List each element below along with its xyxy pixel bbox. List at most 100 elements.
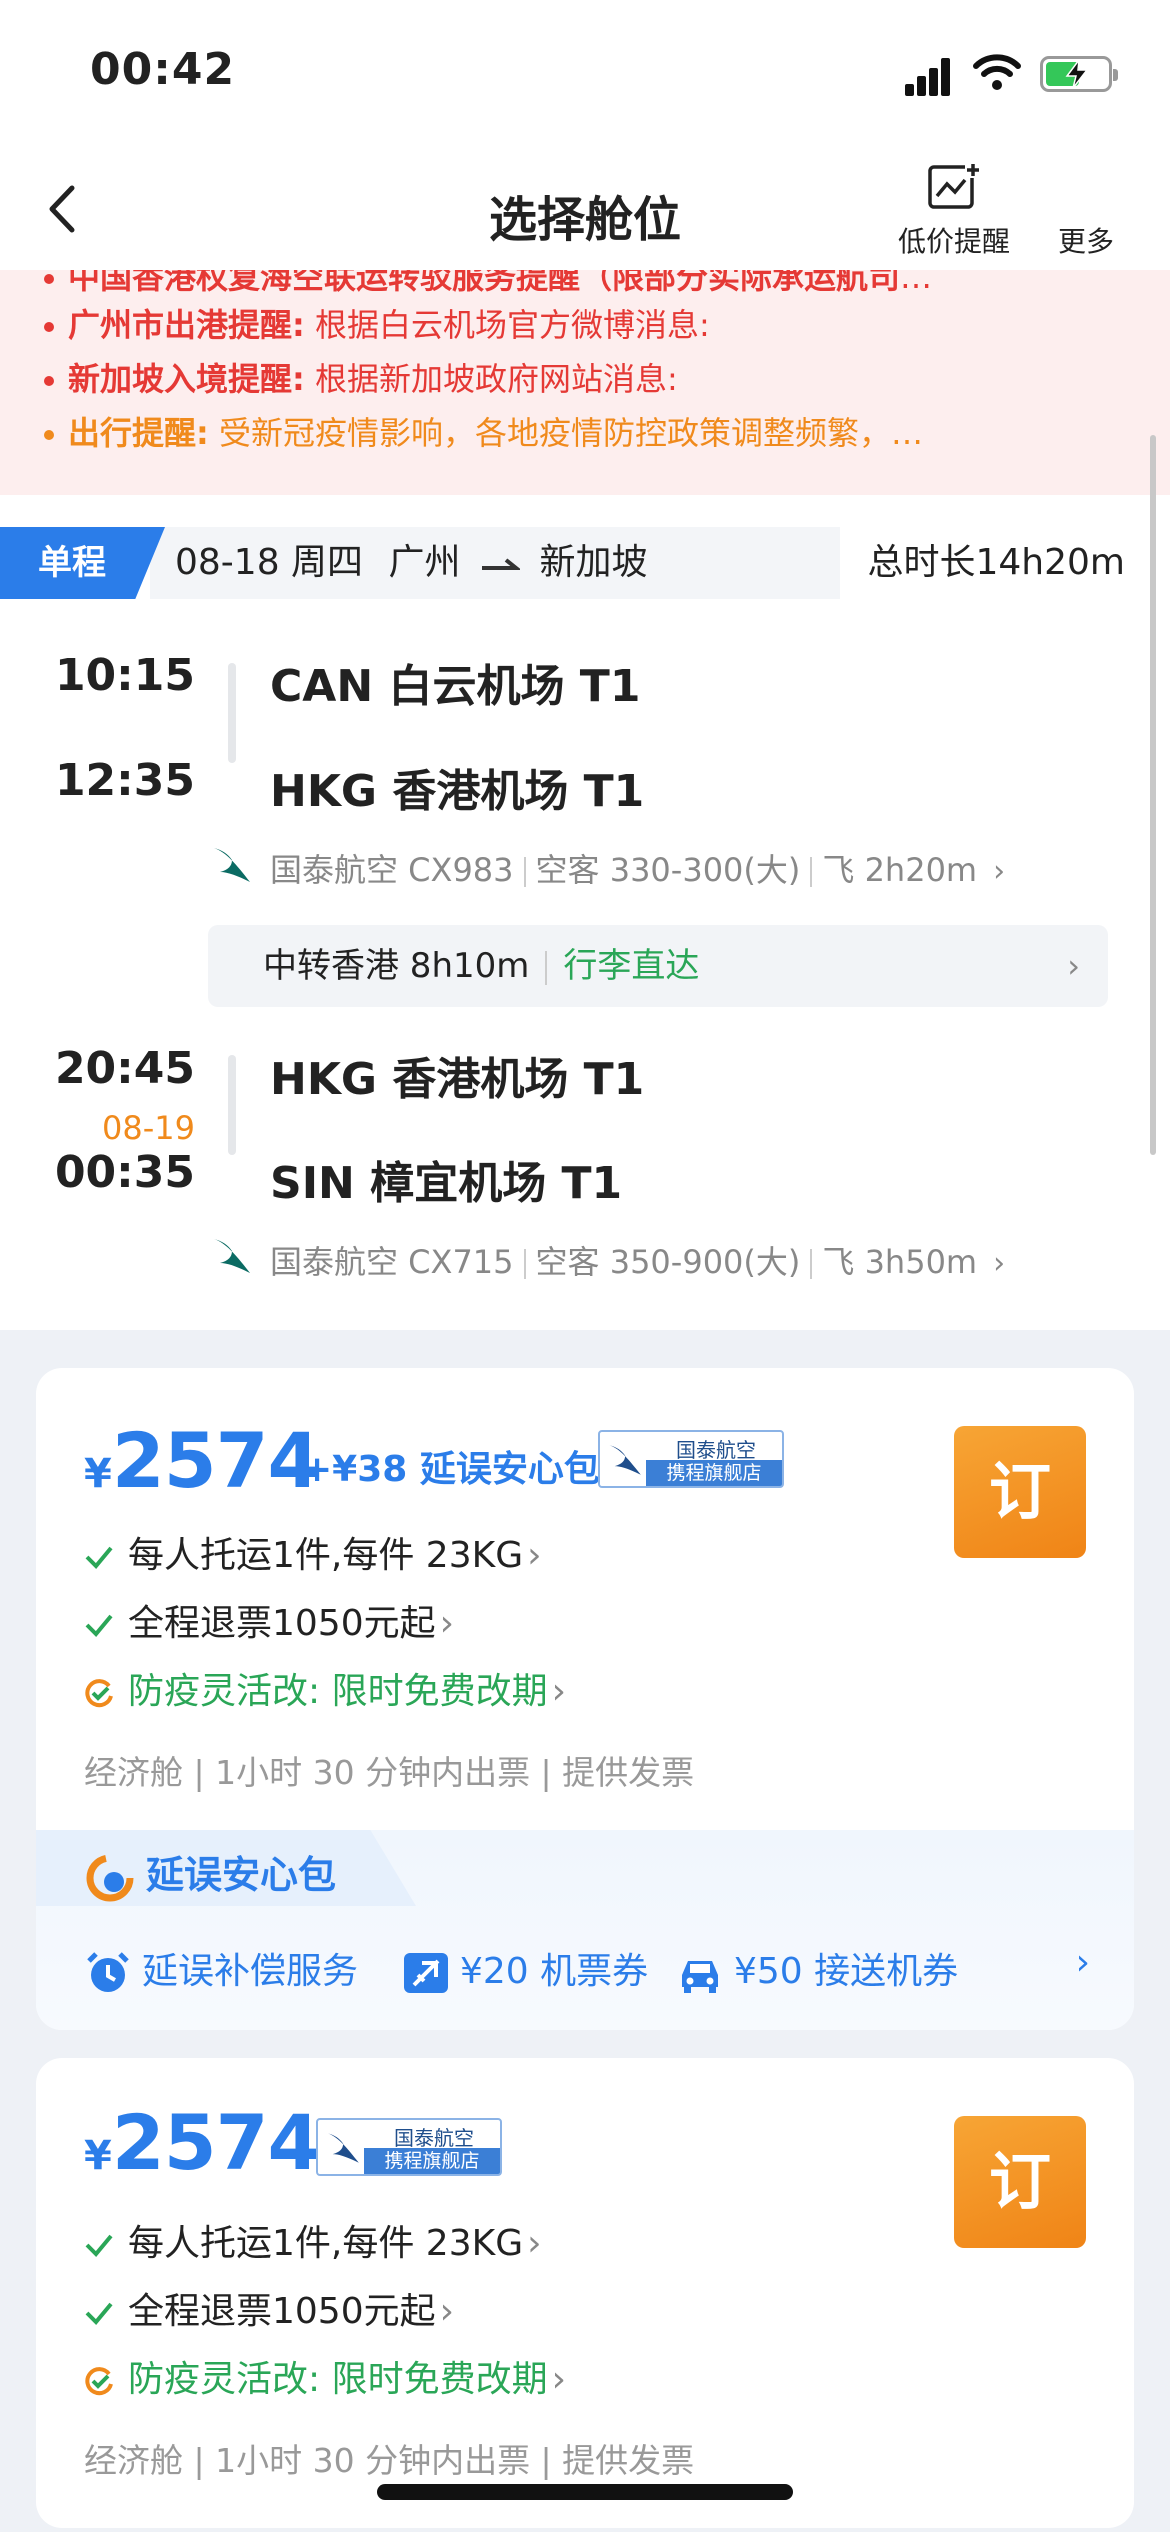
- more-button[interactable]: 更多: [1046, 162, 1126, 260]
- departure-time: 10:15: [54, 650, 195, 701]
- charging-bolt-icon: [1065, 60, 1089, 88]
- flight-info[interactable]: 国泰航空 CX983 空客 330-300(大) 飞 2h20m ›: [270, 845, 1005, 891]
- notice-item[interactable]: 中国香港权复海空联运转驳服务提醒（限部分实际承运航司…: [44, 270, 932, 298]
- wifi-icon: [973, 54, 1021, 90]
- baggage-perk[interactable]: 每人托运1件,每件 23KG ›: [84, 2214, 542, 2266]
- refund-text: 全程退票1050元起: [128, 1603, 436, 1644]
- service-label: 延误补偿服务: [142, 1951, 359, 1992]
- notice-item[interactable]: 新加坡入境提醒: 根据新加坡政府网站消息:: [44, 354, 678, 400]
- flexible-change-icon: [85, 1679, 113, 1708]
- flexible-change-icon: [85, 2367, 113, 2396]
- from-city: 广州: [388, 542, 461, 583]
- service-label: ¥20 机票券: [460, 1951, 649, 1992]
- chevron-right-icon: ›: [993, 1246, 1006, 1281]
- alarm-clock-icon: [87, 1952, 129, 1992]
- bullet: [44, 322, 54, 332]
- total-duration: 总时长14h20m: [867, 542, 1125, 583]
- more-dots-icon: [1046, 162, 1126, 212]
- to-city: 新加坡: [539, 542, 648, 583]
- airline-flight: 国泰航空 CX983: [270, 851, 514, 889]
- baggage-perk[interactable]: 每人托运1件,每件 23KG ›: [84, 1526, 542, 1578]
- chevron-right-icon[interactable]: ›: [1076, 1942, 1090, 1983]
- flexible-change-perk[interactable]: 防疫灵活改: 限时免费改期 ›: [84, 1662, 566, 1714]
- home-indicator[interactable]: [377, 2484, 793, 2500]
- insurance-service: ¥20 机票券: [402, 1942, 648, 1997]
- shop-name: 携程旗舰店: [646, 1460, 782, 1486]
- flight-info[interactable]: 国泰航空 CX715 空客 350-900(大) 飞 3h50m ›: [270, 1237, 1005, 1283]
- book-button[interactable]: 订: [954, 1426, 1086, 1558]
- shop-name: 携程旗舰店: [364, 2148, 500, 2174]
- scrollbar[interactable]: [1150, 435, 1156, 1155]
- status-time: 00:42: [90, 44, 236, 95]
- low-price-alert-label: 低价提醒: [897, 225, 1010, 258]
- route-arrow-icon: [481, 558, 520, 570]
- cathay-logo-icon: [214, 1239, 250, 1273]
- fare-card[interactable]: ¥2574 国泰航空 携程旗舰店 订 每人托运1件,每件 23KG › 全程退票1…: [36, 2058, 1134, 2528]
- chevron-right-icon: ›: [1067, 947, 1080, 985]
- notice-banner[interactable]: 中国香港权复海空联运转驳服务提醒（限部分实际承运航司… 广州市出港提醒: 根据白…: [0, 270, 1170, 495]
- refund-perk[interactable]: 全程退票1050元起 ›: [84, 2282, 454, 2334]
- shop-airline: 国泰航空: [394, 2126, 474, 2150]
- fare-meta: 经济舱 | 1小时 30 分钟内出票 | 提供发票: [84, 2441, 695, 2480]
- arrival-airport: HKG 香港机场 T1: [270, 766, 645, 817]
- insurance-title-text: 延误安心包: [146, 1853, 337, 1897]
- notice-label: 广州市出港提醒:: [68, 306, 305, 344]
- arrival-time: 00:35: [54, 1147, 195, 1198]
- notice-item[interactable]: 出行提醒: 受新冠疫情影响，各地疫情防控政策调整频繁，…: [44, 408, 923, 454]
- insurance-service: ¥50 接送机券: [676, 1942, 958, 1997]
- check-icon: [85, 2234, 113, 2257]
- notice-text: 受新冠疫情影响，各地疫情防控政策调整频繁，…: [218, 414, 923, 452]
- signal-icon: [905, 58, 951, 96]
- change-label: 防疫灵活改:: [128, 1671, 321, 1712]
- price-value: 2574: [111, 2098, 321, 2187]
- page: 00:42 选择舱位 低价提醒 更多 中国香港权复海空联运转驳服务提醒（限部分实…: [0, 0, 1170, 2532]
- airline-flight: 国泰航空 CX715: [270, 1243, 514, 1281]
- fare-meta: 经济舱 | 1小时 30 分钟内出票 | 提供发票: [84, 1753, 695, 1792]
- bullet: [44, 376, 54, 386]
- departure-airport: HKG 香港机场 T1: [270, 1054, 645, 1105]
- segment-line: [228, 1055, 236, 1155]
- price-value: 2574: [111, 1416, 321, 1505]
- arrival-airport: SIN 樟宜机场 T1: [270, 1158, 623, 1209]
- flight-details: 08-18 周四 广州 新加坡 单程 总时长14h20m 10:15 CAN 白…: [0, 495, 1170, 1330]
- notice-text: 根据白云机场官方微博消息:: [314, 306, 710, 344]
- currency-symbol: ¥: [84, 1451, 112, 1497]
- nav-bar: 选择舱位 低价提醒 更多: [0, 150, 1170, 270]
- arrival-date: 08-19: [102, 1109, 195, 1147]
- cathay-logo-icon: [609, 1445, 641, 1475]
- low-price-alert-button[interactable]: 低价提醒: [888, 162, 1020, 260]
- battery-icon: [1040, 56, 1118, 92]
- segment-line: [228, 663, 236, 763]
- status-bar: 00:42: [0, 0, 1170, 150]
- departure-airport: CAN 白云机场 T1: [270, 661, 641, 712]
- delay-insurance-panel[interactable]: 延误安心包 延误补偿服务 ¥20 机票券 ¥50 接送机券 ›: [36, 1830, 1134, 2030]
- flexible-change-perk[interactable]: 防疫灵活改: 限时免费改期 ›: [84, 2350, 566, 2402]
- trip-date: 08-18 周四: [175, 542, 364, 583]
- book-button[interactable]: 订: [954, 2116, 1086, 2248]
- change-text: 限时免费改期: [331, 2359, 548, 2400]
- car-icon: [682, 1961, 718, 1993]
- bullet: [44, 274, 54, 284]
- refund-perk[interactable]: 全程退票1050元起 ›: [84, 1594, 454, 1646]
- change-text: 限时免费改期: [331, 1671, 548, 1712]
- transfer-bar[interactable]: 中转香港 8h10m 行李直达 ›: [208, 925, 1108, 1007]
- fare-price: ¥2574: [84, 1416, 321, 1505]
- baggage-text: 每人托运1件,每件 23KG: [128, 2223, 524, 2264]
- check-icon: [85, 1546, 113, 1569]
- change-label: 防疫灵活改:: [128, 2359, 321, 2400]
- baggage-through: 行李直达: [563, 946, 700, 986]
- notice-text: 根据新加坡政府网站消息:: [314, 360, 678, 398]
- insurance-service: 延误补偿服务: [84, 1942, 358, 1997]
- departure-time: 20:45: [54, 1043, 195, 1094]
- chevron-right-icon: ›: [993, 854, 1006, 889]
- route-bar: 08-18 周四 广州 新加坡: [150, 527, 840, 599]
- flagship-store-badge: 国泰航空 携程旗舰店: [316, 2118, 502, 2176]
- aircraft-type: 空客 350-900(大): [535, 1243, 801, 1281]
- fare-card[interactable]: ¥2574 +¥38 延误安心包 国泰航空 携程旗舰店 订 每人托运1件,每件 …: [36, 1368, 1134, 2030]
- notice-text: …: [900, 270, 933, 296]
- notice-label: 新加坡入境提醒:: [68, 360, 305, 398]
- plane-ticket-icon: [404, 1953, 448, 1993]
- notice-item[interactable]: 广州市出港提醒: 根据白云机场官方微博消息:: [44, 300, 710, 346]
- baggage-text: 每人托运1件,每件 23KG: [128, 1535, 524, 1576]
- trip-type-tag: 单程: [0, 527, 165, 599]
